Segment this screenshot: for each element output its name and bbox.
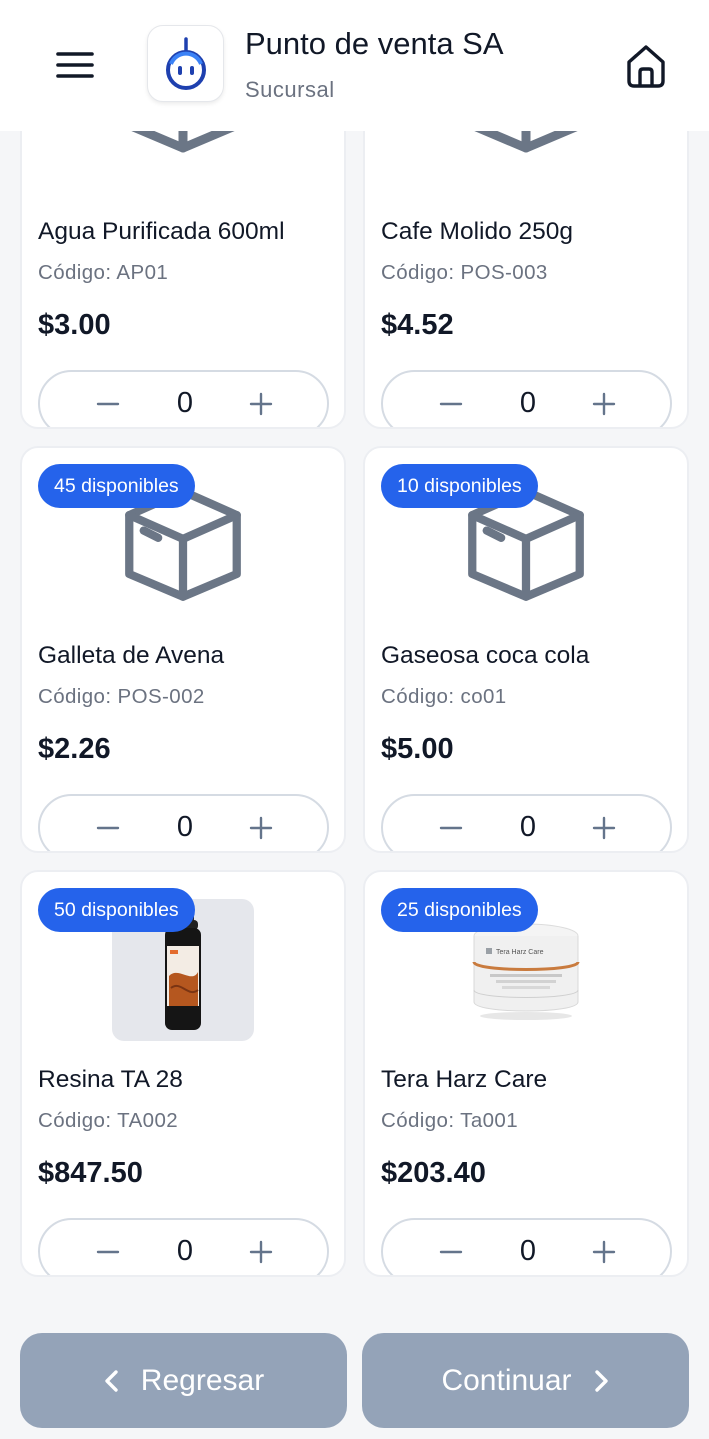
quantity-value[interactable]: 0	[493, 796, 563, 851]
product-card[interactable]: 25 disponibles Tera Harz Care Tera Harz …	[363, 870, 689, 1277]
quantity-stepper: 0	[381, 794, 672, 851]
quantity-stepper: 0	[38, 794, 329, 851]
product-price: $3.00	[38, 309, 111, 341]
decrement-button[interactable]	[78, 372, 138, 427]
jar-label: Tera Harz Care	[496, 949, 544, 956]
product-code: Código: POS-002	[38, 685, 205, 708]
product-price: $5.00	[381, 733, 454, 765]
minus-icon	[96, 402, 120, 405]
plus-icon	[249, 1240, 273, 1263]
increment-button[interactable]	[574, 796, 634, 851]
product-price: $847.50	[38, 1157, 143, 1189]
increment-button[interactable]	[231, 1220, 291, 1275]
quantity-value[interactable]: 0	[150, 796, 220, 851]
decrement-button[interactable]	[421, 796, 481, 851]
product-code: Código: TA002	[38, 1109, 179, 1132]
product-price: $2.26	[38, 733, 111, 765]
quantity-value[interactable]: 0	[493, 372, 563, 427]
plus-icon	[592, 816, 616, 839]
product-code: Código: POS-003	[381, 261, 548, 284]
back-button-label: Regresar	[140, 1363, 265, 1397]
product-name: Gaseosa coca cola	[381, 642, 590, 669]
stock-badge: 50 disponibles	[38, 888, 195, 932]
app-title: Punto de venta SA	[245, 26, 504, 61]
quantity-value[interactable]: 0	[150, 1220, 220, 1275]
product-code: Código: co01	[381, 685, 507, 708]
plus-icon	[249, 392, 273, 415]
product-price: $4.52	[381, 309, 454, 341]
decrement-button[interactable]	[78, 1220, 138, 1275]
plus-icon	[592, 1240, 616, 1263]
stock-badge: 10 disponibles	[381, 464, 538, 508]
increment-button[interactable]	[231, 372, 291, 427]
stock-badge: 25 disponibles	[381, 888, 538, 932]
plus-icon	[249, 816, 273, 839]
continue-button[interactable]: Continuar	[362, 1333, 689, 1428]
jar-illustration: Tera Harz Care	[472, 923, 580, 1020]
continue-button-label: Continuar	[441, 1363, 572, 1397]
increment-button[interactable]	[574, 1220, 634, 1275]
increment-button[interactable]	[574, 372, 634, 427]
robot-logo	[165, 36, 206, 90]
home-button[interactable]	[620, 40, 672, 92]
quantity-value[interactable]: 0	[493, 1220, 563, 1275]
product-name: Agua Purificada 600ml	[38, 218, 285, 245]
increment-button[interactable]	[231, 796, 291, 851]
product-code: Código: Ta001	[381, 1109, 519, 1132]
branch-subtitle: Sucursal	[245, 77, 335, 102]
product-card[interactable]: 10 disponibles Gaseosa coca cola Código:…	[363, 446, 689, 853]
quantity-stepper: 0	[381, 370, 672, 427]
plus-icon	[592, 392, 616, 415]
app-logo	[147, 25, 224, 102]
product-name: Resina TA 28	[38, 1066, 183, 1093]
stock-badge: 45 disponibles	[38, 464, 195, 508]
product-card[interactable]: 50 disponibles Resina TA 28 Código: TA00…	[20, 870, 346, 1277]
minus-icon	[439, 826, 463, 829]
menu-button[interactable]	[50, 40, 100, 90]
decrement-button[interactable]	[421, 1220, 481, 1275]
minus-icon	[96, 1250, 120, 1253]
quantity-value[interactable]: 0	[150, 372, 220, 427]
quantity-stepper: 0	[38, 1218, 329, 1275]
product-card[interactable]: 45 disponibles Galleta de Avena Código: …	[20, 446, 346, 853]
decrement-button[interactable]	[421, 372, 481, 427]
product-code: Código: AP01	[38, 261, 169, 284]
quantity-stepper: 0	[38, 370, 329, 427]
home-icon	[627, 45, 665, 88]
minus-icon	[439, 402, 463, 405]
menu-icon	[56, 52, 94, 78]
minus-icon	[96, 826, 120, 829]
chevron-right-icon	[594, 1369, 608, 1392]
product-price: $203.40	[381, 1157, 486, 1189]
product-name: Cafe Molido 250g	[381, 218, 574, 245]
quantity-stepper: 0	[381, 1218, 672, 1275]
product-name: Tera Harz Care	[381, 1066, 548, 1093]
decrement-button[interactable]	[78, 796, 138, 851]
minus-icon	[439, 1250, 463, 1253]
chevron-left-icon	[105, 1369, 118, 1392]
app-header: Punto de venta SA Sucursal	[0, 0, 709, 131]
product-name: Galleta de Avena	[38, 642, 225, 669]
back-button[interactable]: Regresar	[20, 1333, 347, 1428]
